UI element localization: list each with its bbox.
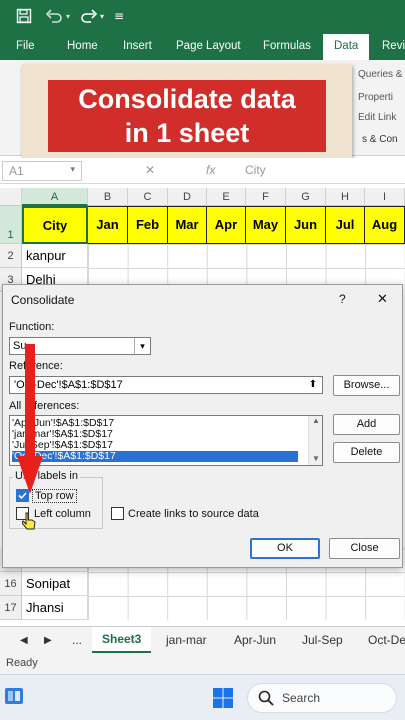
close-button[interactable]: Close	[329, 538, 400, 559]
save-icon[interactable]	[16, 8, 32, 28]
function-label: Function:	[9, 321, 55, 333]
formula-bar: A1 ▾ ✕ fx City	[0, 158, 405, 184]
taskbar: Search	[0, 674, 405, 720]
banner-line-2: in 1 sheet	[124, 118, 250, 148]
ribbon-tabs: File Home Insert Page Layout Formulas Da…	[0, 34, 405, 60]
sheet-tab-apr-jun[interactable]: Apr-Jun	[234, 633, 276, 647]
sheet-tab-jul-sep[interactable]: Jul-Sep	[302, 633, 343, 647]
more-sheets-button[interactable]: ...	[72, 633, 82, 647]
title-banner: Consolidate data in 1 sheet	[22, 64, 352, 164]
ok-button[interactable]: OK	[250, 538, 320, 559]
column-headers: A B C D E F G H I	[0, 188, 405, 206]
ribbon-properties-label[interactable]: Properti	[358, 92, 393, 103]
cell-a17[interactable]: Jhansi	[22, 596, 88, 620]
status-bar: Ready	[0, 654, 405, 674]
row-header-1[interactable]: 1	[0, 206, 22, 244]
search-placeholder: Search	[282, 691, 321, 705]
cell-e1[interactable]: Apr	[207, 206, 246, 244]
name-box-value: A1	[9, 164, 24, 178]
banner-line-1: Consolidate data	[78, 84, 296, 114]
customize-icon[interactable]: ≡	[114, 9, 124, 23]
tab-formulas[interactable]: Formulas	[263, 40, 311, 52]
ribbon-group-label: s & Con	[362, 134, 398, 145]
cell-d1[interactable]: Mar	[168, 206, 207, 244]
list-item-selected[interactable]: 'Oct-Dec'!$A$1:$D$17	[12, 451, 298, 462]
column-header-f[interactable]: F	[246, 188, 286, 206]
cell-a16[interactable]: Sonipat	[22, 572, 88, 596]
cell-f1[interactable]: May	[246, 206, 286, 244]
select-all-corner[interactable]	[0, 188, 22, 206]
row-header-17[interactable]: 17	[0, 596, 22, 620]
insert-function-icon[interactable]: fx	[206, 163, 215, 177]
help-button[interactable]: ?	[339, 292, 346, 306]
sheet-tab-jan-mar[interactable]: jan-mar	[166, 633, 207, 647]
reference-input[interactable]: 'Oct-Dec'!$A$1:$D$17 ⬆	[9, 376, 323, 394]
tab-page-layout[interactable]: Page Layout	[176, 40, 241, 52]
sheet-tab-sheet3[interactable]: Sheet3	[92, 627, 152, 653]
column-header-e[interactable]: E	[207, 188, 246, 206]
banner-red-panel: Consolidate data in 1 sheet	[48, 80, 326, 152]
mouse-cursor-icon	[21, 512, 36, 532]
status-text: Ready	[6, 657, 38, 669]
search-icon	[258, 690, 274, 706]
name-box-dropdown-icon[interactable]: ▾	[70, 164, 75, 175]
column-header-b[interactable]: B	[88, 188, 128, 206]
tab-insert[interactable]: Insert	[123, 40, 152, 52]
sheet-tab-bar: ◀ ▶ ... Sheet3 jan-mar Apr-Jun Jul-Sep O…	[0, 626, 405, 654]
close-icon[interactable]: ✕	[377, 291, 388, 307]
tab-file[interactable]: File	[16, 40, 35, 52]
scroll-down-icon[interactable]: ▼	[312, 454, 320, 463]
add-button[interactable]: Add	[333, 414, 400, 435]
prev-sheet-icon[interactable]: ◀	[20, 635, 28, 646]
cell-b1[interactable]: Jan	[88, 206, 128, 244]
windows-start-icon[interactable]	[212, 687, 234, 709]
widgets-icon[interactable]	[4, 687, 24, 705]
tutorial-arrow	[17, 344, 43, 494]
column-header-g[interactable]: G	[286, 188, 326, 206]
list-scrollbar[interactable]: ▲ ▼	[308, 416, 322, 465]
redo-icon[interactable]	[80, 8, 98, 28]
all-references-list[interactable]: 'Apr-Jun'!$A$1:$D$17 'jan-mar'!$A$1:$D$1…	[9, 415, 323, 466]
sheet-tab-oct-dec[interactable]: Oct-De	[368, 633, 405, 647]
column-header-i[interactable]: I	[365, 188, 405, 206]
column-header-a[interactable]: A	[22, 188, 88, 206]
tab-home[interactable]: Home	[67, 40, 98, 52]
cell-c1[interactable]: Feb	[128, 206, 168, 244]
scroll-up-icon[interactable]: ▲	[312, 416, 320, 425]
row-header-2[interactable]: 2	[0, 244, 22, 268]
cancel-entry-icon[interactable]: ✕	[145, 163, 155, 177]
cell-a2[interactable]: kanpur	[22, 244, 88, 268]
title-bar: ▾ ▾ ≡	[0, 0, 405, 34]
delete-button[interactable]: Delete	[333, 442, 400, 463]
ribbon-queries-label[interactable]: Queries &	[358, 69, 402, 80]
collapse-dialog-icon[interactable]: ⬆	[306, 378, 320, 392]
left-column-label[interactable]: Left column	[34, 508, 91, 520]
chevron-down-icon[interactable]: ▾	[134, 338, 150, 354]
column-header-h[interactable]: H	[326, 188, 365, 206]
browse-button[interactable]: Browse...	[333, 375, 400, 396]
dialog-title: Consolidate	[11, 293, 75, 307]
create-links-label[interactable]: Create links to source data	[128, 508, 259, 520]
taskbar-search[interactable]: Search	[247, 683, 397, 713]
undo-dropdown-icon[interactable]: ▾	[66, 12, 70, 21]
row-header-16[interactable]: 16	[0, 572, 22, 596]
tab-review[interactable]: Revi	[382, 40, 405, 52]
consolidate-dialog: Consolidate ? ✕ Function: Su ▾ Reference…	[2, 284, 403, 568]
name-box[interactable]: A1 ▾	[2, 161, 82, 181]
formula-content[interactable]: City	[245, 163, 266, 177]
cell-h1[interactable]: Jul	[326, 206, 365, 244]
column-header-c[interactable]: C	[128, 188, 168, 206]
create-links-checkbox[interactable]	[111, 507, 124, 520]
cell-a1[interactable]: City	[22, 206, 88, 244]
next-sheet-icon[interactable]: ▶	[44, 635, 52, 646]
tab-data[interactable]: Data	[323, 34, 370, 60]
redo-dropdown-icon[interactable]: ▾	[100, 12, 104, 21]
column-header-d[interactable]: D	[168, 188, 207, 206]
ribbon-edit-links-label[interactable]: Edit Link	[358, 112, 396, 123]
cell-g1[interactable]: Jun	[286, 206, 326, 244]
cell-i1[interactable]: Aug	[365, 206, 405, 244]
undo-icon[interactable]	[45, 8, 63, 28]
